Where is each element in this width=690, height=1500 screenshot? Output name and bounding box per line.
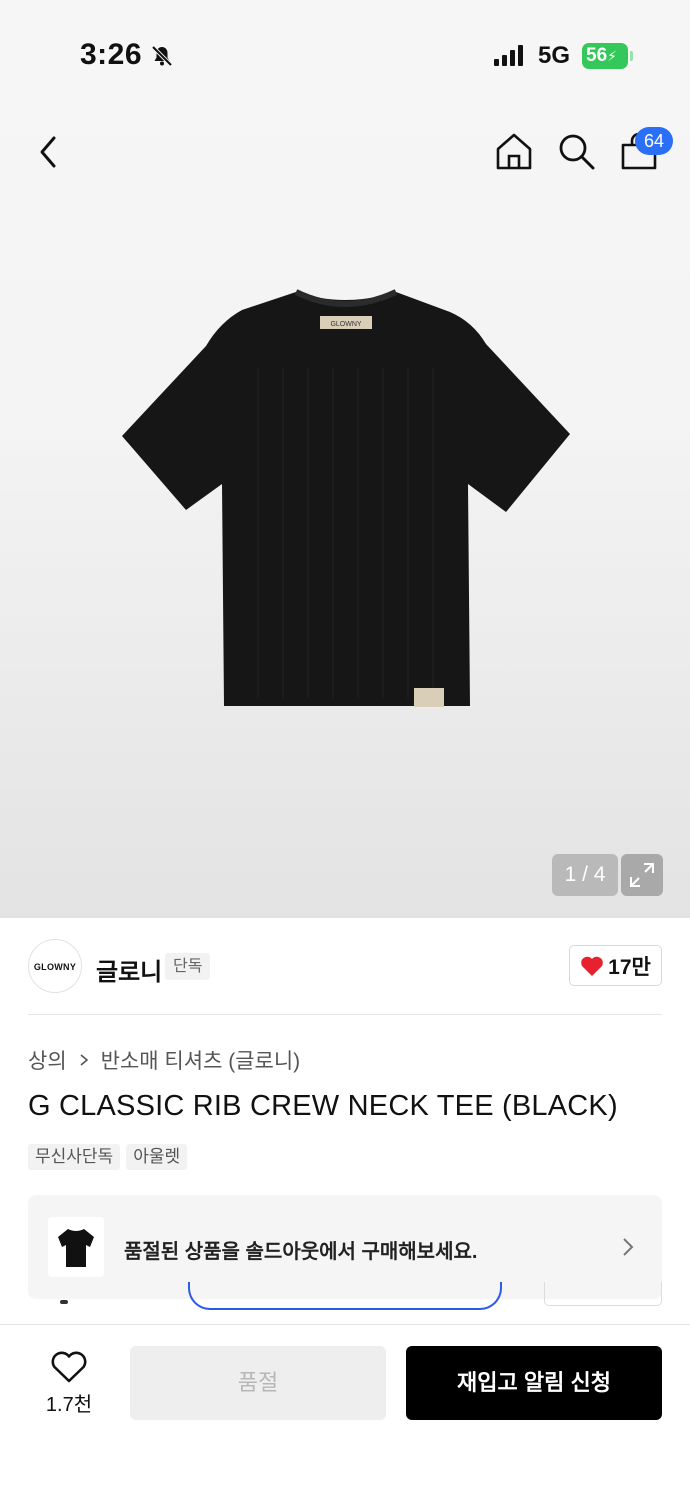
heart-outline-icon[interactable] [50,1350,88,1384]
breadcrumb-subcategory[interactable]: 반소매 티셔츠 (글로니) [101,1045,301,1075]
tag-musinsa-exclusive: 무신사단독 [28,1144,121,1170]
tshirt-neck-label: GLOWNY [330,321,361,328]
soldout-button[interactable]: 품절 [130,1346,386,1420]
tag-outlet: 아울렛 [126,1144,188,1170]
banner-product-thumbnail [48,1217,104,1277]
network-label: 5G [538,42,571,69]
expand-icon[interactable] [621,854,663,896]
cart-badge: 64 [635,127,673,155]
status-time: 3:26 [80,38,143,71]
breadcrumb: 상의 반소매 티셔츠 (글로니) [28,1045,300,1075]
product-tags: 무신사단독 아울렛 [28,1144,188,1170]
product-title: G CLASSIC RIB CREW NECK TEE (BLACK) [28,1090,618,1122]
brand-like-button[interactable]: 17만 [569,945,662,986]
brand-like-count: 17만 [608,955,651,979]
image-page-counter: 1 / 4 [552,854,618,896]
exclusive-tag: 단독 [165,953,211,980]
hidden-content-peek [60,1300,68,1304]
heart-filled-icon [581,956,603,976]
chevron-right-icon [80,1054,88,1066]
breadcrumb-category[interactable]: 상의 [28,1045,67,1075]
brand-logo[interactable]: GLOWNY [28,939,82,993]
brand-name[interactable]: 글로니 [96,952,162,987]
hidden-button-peek [544,1282,662,1306]
chevron-right-icon [623,1238,634,1256]
soldout-banner-text: 품절된 상품을 솔드아웃에서 구매해보세요. [124,1241,478,1263]
wish-count: 1.7천 [45,1394,93,1416]
battery-indicator: 56⚡ [582,43,633,69]
charging-icon: ⚡ [607,48,617,64]
divider [28,1014,662,1015]
battery-level: 56 [586,45,608,66]
search-icon[interactable] [556,131,596,171]
bell-slash-icon [151,45,173,67]
back-icon[interactable] [30,132,70,172]
home-icon[interactable] [494,131,534,171]
restock-alert-button[interactable]: 재입고 알림 신청 [406,1346,662,1420]
signal-icon [494,45,523,66]
product-tshirt-image[interactable]: GLOWNY [118,288,573,713]
hidden-button-peek [188,1282,502,1310]
